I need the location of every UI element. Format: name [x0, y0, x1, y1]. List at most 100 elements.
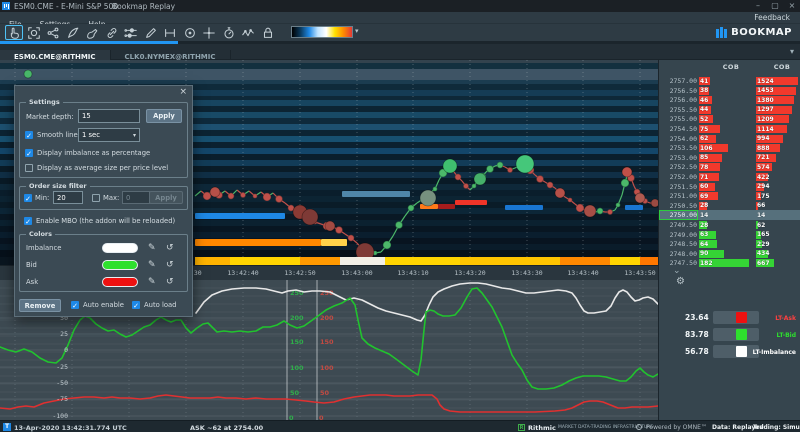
ladder-row[interactable]: 2757.00411524 [659, 76, 800, 86]
max-input[interactable]: 0 [122, 191, 150, 204]
lock-tool-icon[interactable] [259, 25, 277, 40]
timer-tool-icon[interactable] [220, 25, 238, 40]
crosshair-tool-icon[interactable] [200, 25, 218, 40]
measure-tool-icon[interactable] [161, 25, 179, 40]
market-depth-label: Market depth: [26, 113, 74, 121]
ladder-row[interactable]: 2749.0063165 [659, 230, 800, 240]
auto-enable-checkbox[interactable]: ✓ [71, 301, 79, 309]
cvd-segment [385, 257, 460, 265]
ladder-row[interactable]: 2756.50381453 [659, 86, 800, 96]
pencil-icon[interactable]: ✎ [148, 277, 156, 287]
pencil-tool-icon[interactable] [142, 25, 160, 40]
ladder-row[interactable]: 2754.50751114 [659, 124, 800, 134]
ladder-row[interactable]: 2751.0069175 [659, 191, 800, 201]
color-swatch[interactable] [102, 260, 138, 270]
ladder-row[interactable]: 2755.50441297 [659, 105, 800, 115]
max-checkbox[interactable] [92, 194, 100, 202]
chevron-down-icon[interactable]: ▾ [355, 27, 359, 35]
color-row-label: Ask [26, 278, 38, 286]
cob-header-2[interactable]: COB [764, 63, 800, 71]
link-tool-icon[interactable] [103, 25, 121, 40]
toolbar: ▾ BOOKMAP [0, 24, 800, 41]
ladder-row[interactable]: 2749.502862 [659, 220, 800, 230]
depth-size: 182 [700, 260, 713, 267]
ladder-row[interactable]: 2752.0071422 [659, 172, 800, 182]
time-tick-label: 13:43:30 [505, 269, 549, 277]
pencil-icon[interactable]: ✎ [148, 243, 156, 253]
reset-icon[interactable]: ↺ [166, 260, 174, 270]
display-average-label: Display as average size per price level [37, 164, 168, 172]
apply-button[interactable]: Apply [146, 109, 182, 123]
ladder-row[interactable]: 2748.0090434 [659, 249, 800, 259]
app-icon [2, 2, 10, 10]
reset-icon[interactable]: ↺ [166, 243, 174, 253]
maximize-button[interactable]: ▢ [767, 0, 783, 11]
menu-feedback[interactable]: Feedback [754, 13, 790, 22]
cumulative-size: 1209 [757, 116, 774, 123]
apply-filter-button[interactable]: Apply [149, 191, 183, 204]
ladder-row[interactable]: 2753.0085721 [659, 153, 800, 163]
ladder-price: 2751.00 [659, 192, 697, 200]
activity-tool-icon[interactable] [239, 25, 257, 40]
min-checkbox[interactable]: ✓ [24, 194, 32, 202]
cumulative-size: 14 [757, 212, 765, 219]
subchart-axis-label: -100 [44, 412, 68, 420]
min-input[interactable]: 20 [53, 191, 83, 204]
colormap-dropdown[interactable] [291, 26, 353, 38]
quill-tool-icon[interactable] [64, 25, 82, 40]
ladder-row[interactable]: 2748.5064229 [659, 239, 800, 249]
orders-tool-icon[interactable] [181, 25, 199, 40]
display-average-checkbox[interactable] [25, 164, 33, 172]
lt-label: LT-Ask [740, 315, 796, 322]
bookmap-window: ESM0.CME - E-Mini S&P 500 Bookmap Replay… [0, 0, 800, 432]
cob-header-1[interactable]: COB [711, 63, 751, 71]
ladder-row[interactable]: 2751.5060294 [659, 182, 800, 192]
cvd-segment [300, 257, 340, 265]
hand-tool-icon[interactable] [5, 25, 23, 40]
remove-button[interactable]: Remove [19, 299, 61, 312]
ladder-row[interactable]: 2755.00521209 [659, 114, 800, 124]
smooth-lines-select[interactable]: 1 sec▾ [78, 128, 140, 142]
share-tool-icon[interactable] [44, 25, 62, 40]
cumulative-size: 62 [757, 222, 765, 229]
rithmic-logo-icon: R [518, 424, 525, 431]
reset-icon[interactable]: ↺ [166, 277, 174, 287]
bookmap-logo-icon [716, 23, 728, 42]
volume-filter-sliders-icon[interactable] [122, 25, 140, 40]
market-depth-input[interactable]: 15 [78, 109, 140, 123]
auto-load-checkbox[interactable]: ✓ [132, 301, 140, 309]
close-icon[interactable]: × [179, 88, 187, 97]
depth-size: 60 [700, 183, 708, 190]
chevron-down-icon[interactable]: ⌄ [673, 266, 681, 276]
svg-text:200: 200 [320, 314, 334, 322]
minimize-button[interactable]: – [750, 0, 766, 11]
omne-logo-icon [636, 424, 642, 430]
draw-tool-icon[interactable] [83, 25, 101, 40]
smooth-lines-label: Smooth lines [37, 131, 81, 139]
color-swatch[interactable] [102, 243, 138, 253]
ladder-price: 2749.50 [659, 221, 697, 229]
enable-mbo-checkbox[interactable]: ✓ [24, 217, 32, 225]
cvd-segment [230, 257, 300, 265]
ladder-row[interactable]: 2756.00461380 [659, 95, 800, 105]
ladder-row[interactable]: 2753.50106888 [659, 143, 800, 153]
svg-text:100: 100 [320, 364, 334, 372]
color-swatch[interactable] [102, 277, 138, 287]
min-label: Min: [35, 194, 49, 202]
ladder-row[interactable]: 2754.0062994 [659, 134, 800, 144]
chevron-down-icon[interactable]: ▾ [790, 47, 794, 56]
display-imbalance-checkbox[interactable]: ✓ [25, 149, 33, 157]
gear-icon[interactable]: ⚙ [676, 276, 685, 287]
ladder-price: 2755.50 [659, 106, 697, 114]
color-row-label: Bid [26, 261, 37, 269]
smooth-lines-checkbox[interactable]: ✓ [25, 131, 33, 139]
cumulative-size: 422 [757, 174, 770, 181]
depth-size: 106 [700, 145, 713, 152]
tabbar: ESM0.CME@RITHMICCLK0.NYMEX@RITHMIC ▾ [0, 44, 800, 60]
pencil-icon[interactable]: ✎ [148, 260, 156, 270]
ladder-row[interactable]: 2752.5078574 [659, 162, 800, 172]
close-button[interactable]: × [784, 0, 800, 11]
cumulative-size: 1380 [757, 97, 774, 104]
color-row-label: Imbalance [26, 244, 61, 252]
viewfinder-tool-icon[interactable] [25, 25, 43, 40]
